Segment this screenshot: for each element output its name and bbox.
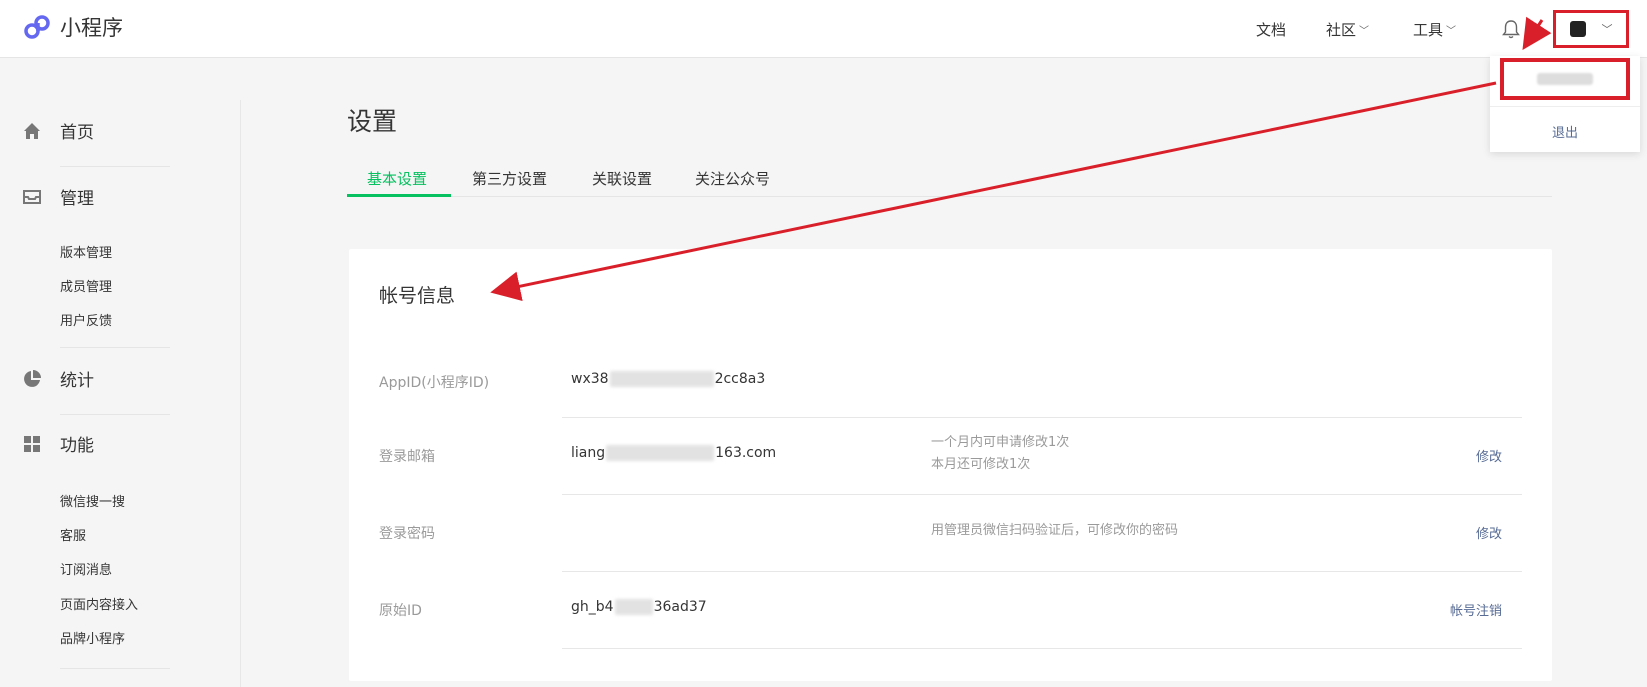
nav-tools-label: 工具 [1413, 21, 1444, 39]
nav-community-label: 社区 [1326, 21, 1357, 39]
sidebar-item-label: 功能 [60, 436, 94, 456]
row-login-password: 登录密码 用管理员微信扫码验证后，可修改你的密码 修改 [349, 495, 1552, 572]
sidebar-subitem-page-content[interactable]: 页面内容接入 [60, 594, 138, 613]
password-hint: 用管理员微信扫码验证后，可修改你的密码 [931, 523, 1179, 538]
dropdown-username-highlight[interactable] [1500, 58, 1630, 100]
active-tab-indicator [347, 194, 451, 197]
email-hint: 一个月内可申请修改1次 本月还可修改1次 [931, 432, 1069, 476]
user-dropdown: 退出 [1490, 56, 1640, 152]
email-value-end: 163.com [715, 445, 777, 461]
nav-tools[interactable]: 工具 ﹀ [1413, 19, 1456, 40]
sidebar-item-stats[interactable]: 统计 [22, 366, 94, 391]
row-login-email: 登录邮箱 liang 163.com 一个月内可申请修改1次 本月还可修改1次 … [349, 418, 1552, 495]
tab-basic-settings[interactable]: 基本设置 [367, 168, 427, 189]
sidebar-item-home[interactable]: 首页 [22, 118, 94, 143]
hint-line: 本月还可修改1次 [931, 457, 1031, 472]
chevron-down-icon: ﹀ [1359, 26, 1370, 37]
tab-association[interactable]: 关联设置 [592, 168, 652, 189]
original-id-value: gh_b4 36ad37 [571, 599, 707, 615]
sidebar-subitem-feedback[interactable]: 用户反馈 [60, 310, 112, 329]
inbox-icon [23, 189, 41, 204]
logo[interactable]: 小程序 [22, 12, 123, 42]
modify-email-link[interactable]: 修改 [1476, 446, 1502, 465]
section-title: 帐号信息 [379, 285, 456, 307]
redaction-mask [609, 371, 714, 387]
divider [562, 648, 1522, 649]
row-label: 登录邮箱 [379, 449, 435, 465]
sidebar: 首页 管理 版本管理 成员管理 用户反馈 统计 功能 微信搜一搜 客服 订阅消息… [0, 58, 240, 687]
blurred-username [1537, 73, 1593, 85]
account-cancel-link[interactable]: 帐号注销 [1450, 600, 1502, 619]
divider [60, 347, 170, 348]
original-id-end: 36ad37 [653, 599, 707, 615]
account-info-card: 帐号信息 AppID(小程序ID) wx38 2cc8a3 登录邮箱 liang… [349, 249, 1552, 681]
row-label: 原始ID [379, 603, 422, 619]
row-original-id: 原始ID gh_b4 36ad37 帐号注销 [349, 572, 1552, 649]
nav-docs[interactable]: 文档 [1256, 19, 1286, 40]
hint-line: 一个月内可申请修改1次 [931, 435, 1070, 450]
grid-icon [24, 435, 40, 452]
divider [60, 414, 170, 415]
user-menu-button[interactable]: ﹀ [1553, 10, 1629, 48]
pie-chart-icon [24, 369, 41, 387]
logout-link[interactable]: 退出 [1490, 122, 1640, 141]
sidebar-subitem-brand[interactable]: 品牌小程序 [60, 628, 125, 647]
top-navbar: 小程序 文档 社区 ﹀ 工具 ﹀ ﹀ [0, 0, 1647, 58]
avatar [1569, 21, 1586, 37]
chevron-down-icon: ﹀ [1446, 26, 1457, 37]
chevron-down-icon: ﹀ [1601, 23, 1613, 36]
bell-icon[interactable] [1500, 18, 1522, 40]
sidebar-item-features[interactable]: 功能 [22, 431, 94, 456]
logo-text: 小程序 [60, 16, 123, 40]
page-title: 设置 [347, 107, 398, 136]
appid-value: wx38 2cc8a3 [571, 371, 765, 387]
email-value: liang 163.com [571, 445, 776, 461]
redaction-mask [614, 599, 653, 615]
miniprogram-logo-icon [24, 15, 50, 39]
row-appid: AppID(小程序ID) wx38 2cc8a3 [349, 342, 1552, 419]
settings-tabs: 基本设置 第三方设置 关联设置 关注公众号 [347, 160, 1552, 197]
sidebar-subitem-members[interactable]: 成员管理 [60, 276, 112, 295]
nav-docs-label: 文档 [1256, 21, 1287, 39]
appid-value-end: 2cc8a3 [714, 371, 766, 387]
sidebar-item-label: 首页 [60, 123, 94, 143]
sidebar-subitem-wechat-search[interactable]: 微信搜一搜 [60, 491, 125, 510]
sidebar-border [240, 100, 241, 687]
tab-third-party[interactable]: 第三方设置 [472, 168, 547, 189]
nav-community[interactable]: 社区 ﹀ [1326, 19, 1369, 40]
sidebar-item-label: 管理 [60, 189, 94, 209]
modify-password-link[interactable]: 修改 [1476, 523, 1502, 542]
tab-follow-official-account[interactable]: 关注公众号 [695, 168, 770, 189]
sidebar-item-manage[interactable]: 管理 [22, 184, 94, 209]
sidebar-subitem-customer-service[interactable]: 客服 [60, 525, 86, 544]
email-value-start: liang [571, 445, 606, 461]
sidebar-item-label: 统计 [60, 371, 94, 391]
appid-value-start: wx38 [571, 371, 609, 387]
redaction-mask [606, 445, 715, 461]
sidebar-subitem-version[interactable]: 版本管理 [60, 242, 112, 261]
home-icon [24, 122, 40, 139]
sidebar-subitem-subscription[interactable]: 订阅消息 [60, 559, 112, 578]
row-label: 登录密码 [379, 526, 435, 542]
divider [60, 668, 170, 669]
original-id-start: gh_b4 [571, 599, 614, 615]
divider [60, 166, 170, 167]
row-label: AppID(小程序ID) [379, 375, 490, 391]
divider [1490, 106, 1640, 107]
